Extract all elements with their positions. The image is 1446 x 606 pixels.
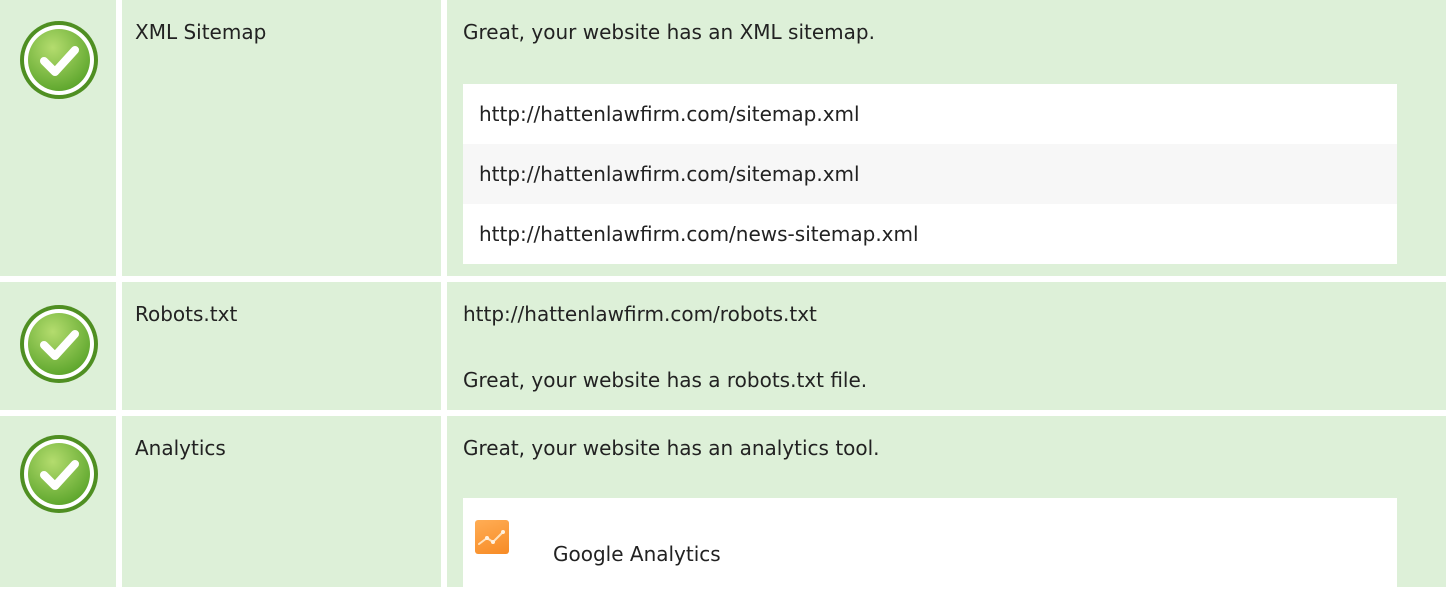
google-analytics-icon bbox=[475, 520, 509, 554]
row-title: Analytics bbox=[135, 436, 226, 460]
name-cell: XML Sitemap bbox=[122, 0, 441, 276]
status-message: Great, your website has an analytics too… bbox=[463, 436, 880, 460]
analytics-tool-label: Google Analytics bbox=[553, 542, 721, 566]
row-title: Robots.txt bbox=[135, 302, 238, 326]
name-cell: Analytics bbox=[122, 416, 441, 587]
analytics-tool-item: Google Analytics bbox=[463, 498, 1397, 606]
status-cell bbox=[0, 416, 116, 587]
status-message: Great, your website has an XML sitemap. bbox=[463, 20, 875, 44]
sitemap-url[interactable]: http://hattenlawfirm.com/news-sitemap.xm… bbox=[463, 204, 1397, 264]
sitemap-url[interactable]: http://hattenlawfirm.com/sitemap.xml bbox=[463, 144, 1397, 204]
name-cell: Robots.txt bbox=[122, 282, 441, 410]
check-icon bbox=[20, 435, 98, 513]
status-cell bbox=[0, 282, 116, 410]
check-icon bbox=[20, 21, 98, 99]
row-title: XML Sitemap bbox=[135, 20, 267, 44]
row-analytics: Analytics Great, your website has an ana… bbox=[0, 416, 1446, 606]
row-robots-txt: Robots.txt http://hattenlawfirm.com/robo… bbox=[0, 282, 1446, 410]
check-icon bbox=[20, 305, 98, 383]
content-cell: Great, your website has an analytics too… bbox=[447, 416, 1446, 606]
content-cell: Great, your website has an XML sitemap. … bbox=[447, 0, 1446, 276]
sitemap-url[interactable]: http://hattenlawfirm.com/sitemap.xml bbox=[463, 84, 1397, 144]
row-xml-sitemap: XML Sitemap Great, your website has an X… bbox=[0, 0, 1446, 276]
sitemap-url-list: http://hattenlawfirm.com/sitemap.xml htt… bbox=[463, 84, 1397, 264]
status-cell bbox=[0, 0, 116, 276]
status-message: Great, your website has a robots.txt fil… bbox=[463, 368, 868, 392]
content-cell: http://hattenlawfirm.com/robots.txt Grea… bbox=[447, 282, 1446, 410]
robots-url[interactable]: http://hattenlawfirm.com/robots.txt bbox=[463, 300, 817, 328]
